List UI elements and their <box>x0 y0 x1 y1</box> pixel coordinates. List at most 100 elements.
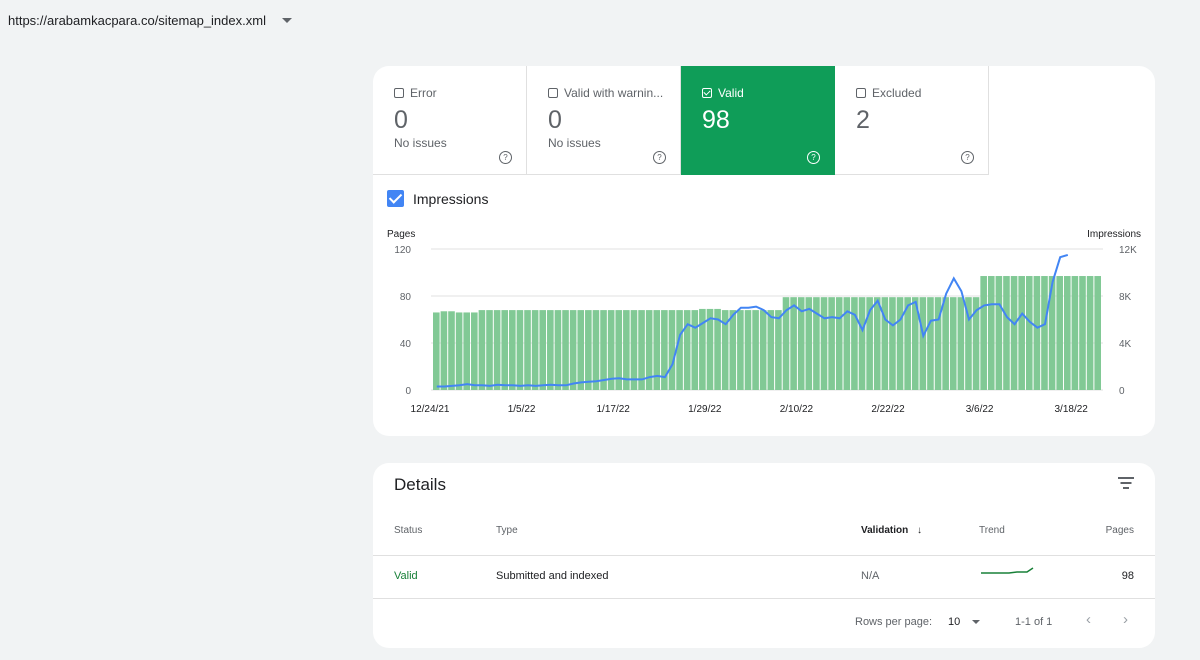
pages-bar <box>889 297 896 390</box>
pages-bar <box>927 297 934 390</box>
tile-label: Error <box>410 86 437 100</box>
pages-bar <box>653 310 661 390</box>
row-status: Valid <box>394 570 418 582</box>
right-axis-title: Impressions <box>1087 229 1141 240</box>
tile-valid-checkbox[interactable] <box>702 88 712 98</box>
filter-icon[interactable] <box>1118 477 1134 489</box>
pages-bar <box>980 276 987 390</box>
x-tick-label: 3/6/22 <box>966 404 994 415</box>
impressions-label: Impressions <box>413 190 489 207</box>
pages-bar <box>486 310 493 390</box>
pages-bar <box>683 310 691 390</box>
trend-sparkline <box>981 567 1034 574</box>
tile-excluded-checkbox[interactable] <box>856 88 866 98</box>
column-header-status[interactable]: Status <box>394 525 422 536</box>
pages-bar <box>820 297 828 390</box>
pages-bar <box>531 310 539 390</box>
pages-bar <box>493 310 501 390</box>
url-selector[interactable]: https://arabamkacpara.co/sitemap_index.x… <box>8 13 292 28</box>
column-header-trend[interactable]: Trend <box>979 525 1005 536</box>
pages-bar <box>547 310 554 390</box>
pages-bar <box>562 310 569 390</box>
pages-bar <box>942 297 949 390</box>
pages-bar <box>858 297 866 390</box>
pages-bar <box>949 297 957 390</box>
pages-bar <box>676 310 683 390</box>
pages-bar <box>569 310 577 390</box>
pages-bar <box>463 312 471 390</box>
pages-bar <box>440 311 448 390</box>
row-pages: 98 <box>1121 570 1134 582</box>
tile-valid-with-warnings[interactable]: Valid with warnin... 0 No issues ? <box>527 66 681 175</box>
pages-bar <box>775 310 782 390</box>
help-icon[interactable]: ? <box>653 151 666 164</box>
pages-bar <box>790 297 797 390</box>
pages-bar <box>896 297 904 390</box>
divider <box>373 555 1155 556</box>
y-left-tick-label: 80 <box>400 292 412 303</box>
pagination-range: 1-1 of 1 <box>1015 616 1053 628</box>
tile-error[interactable]: Error 0 No issues ? <box>373 66 527 175</box>
pages-bar <box>478 310 486 390</box>
pages-bar <box>1041 276 1048 390</box>
next-page-button[interactable]: › <box>1123 611 1128 628</box>
pages-bar <box>501 310 509 390</box>
pages-bar <box>1071 276 1079 390</box>
tile-warning-checkbox[interactable] <box>548 88 558 98</box>
x-tick-label: 2/10/22 <box>780 404 814 415</box>
pages-bar <box>516 310 524 390</box>
tile-subtext: No issues <box>394 136 447 150</box>
tile-value: 98 <box>702 106 730 134</box>
column-header-pages[interactable]: Pages <box>1106 525 1134 536</box>
column-header-validation[interactable]: Validation ↓ <box>861 525 922 536</box>
x-tick-label: 3/18/22 <box>1055 404 1089 415</box>
pages-bar <box>729 310 737 390</box>
previous-page-button[interactable]: ‹ <box>1086 611 1091 628</box>
pages-bar <box>554 310 562 390</box>
help-icon[interactable]: ? <box>961 151 974 164</box>
tile-excluded[interactable]: Excluded 2 ? <box>835 66 989 175</box>
chevron-down-icon[interactable] <box>281 18 292 23</box>
tile-label: Valid <box>718 86 744 100</box>
arrow-down-icon: ↓ <box>917 525 923 536</box>
details-title: Details <box>394 475 446 494</box>
pages-bar <box>448 311 455 390</box>
x-tick-label: 2/22/22 <box>871 404 905 415</box>
column-header-type[interactable]: Type <box>496 525 518 536</box>
pages-bar <box>1079 276 1086 390</box>
pages-bar <box>539 310 547 390</box>
pages-bar <box>1018 276 1025 390</box>
pages-bar <box>1086 276 1094 390</box>
impressions-checkbox[interactable] <box>387 190 404 207</box>
help-icon[interactable]: ? <box>807 151 820 164</box>
tile-subtext: No issues <box>548 136 601 150</box>
y-left-tick-label: 40 <box>400 339 412 350</box>
coverage-chart: Pages Impressions120 12K80 8K40 4K0 012/24/21… <box>387 229 1141 415</box>
y-left-tick-label: 120 <box>394 245 411 256</box>
pages-bar <box>759 310 767 390</box>
tile-value: 2 <box>856 106 870 134</box>
tile-label: Valid with warnin... <box>564 86 664 100</box>
y-right-tick-label: 8K <box>1119 292 1132 303</box>
pages-bar <box>987 276 995 390</box>
left-axis-title: Pages <box>387 229 415 240</box>
tile-error-checkbox[interactable] <box>394 88 404 98</box>
tile-label: Excluded <box>872 86 922 100</box>
pages-bar <box>1033 276 1041 390</box>
pages-bar <box>851 297 858 390</box>
pages-bar <box>1056 276 1063 390</box>
pages-bar <box>524 310 531 390</box>
help-icon[interactable]: ? <box>499 151 512 164</box>
pages-bar <box>828 297 835 390</box>
pages-bar <box>577 310 585 390</box>
rows-per-page-value: 10 <box>948 616 961 628</box>
impressions-toggle[interactable]: Impressions <box>387 190 488 207</box>
x-tick-label: 1/17/22 <box>597 404 631 415</box>
rows-per-page-select[interactable]: 10 <box>948 616 981 628</box>
pages-bar <box>668 310 676 390</box>
row-validation: N/A <box>861 570 880 582</box>
y-right-tick-label: 0 <box>1119 386 1125 397</box>
tile-valid[interactable]: Valid 98 ? <box>681 66 835 175</box>
pages-bar <box>630 310 638 390</box>
x-tick-label: 1/29/22 <box>688 404 722 415</box>
